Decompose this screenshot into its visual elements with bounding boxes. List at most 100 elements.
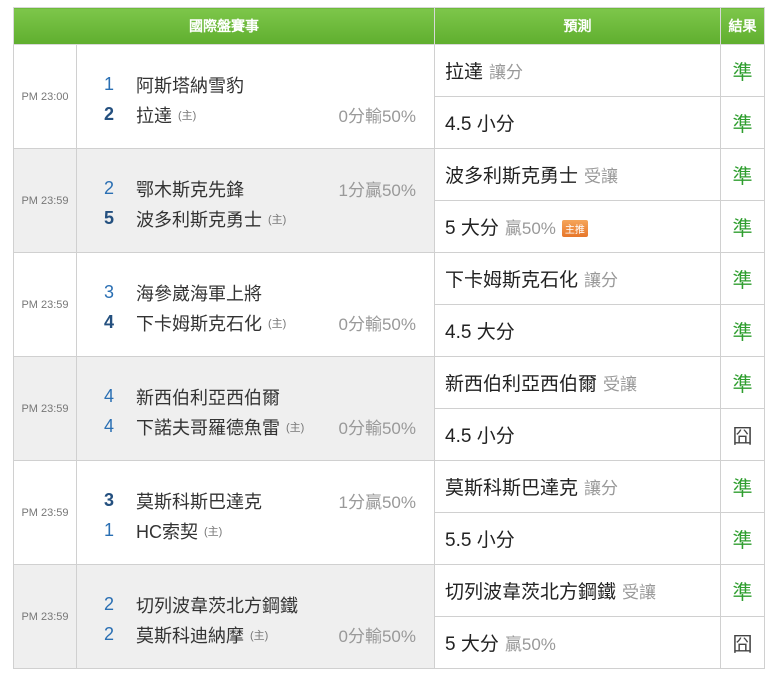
prediction-cell: 莫斯科斯巴達克 讓分 <box>434 460 721 513</box>
match-time: PM 23:59 <box>13 148 77 253</box>
team-2-row: 1 HC索契 (主) <box>77 516 434 546</box>
table-row: PM 23:00 1 阿斯塔納雪豹 2 拉達 (主) 0分輸50% 拉達 讓分準 <box>13 44 765 149</box>
team-name[interactable]: 下諾夫哥羅德魚雷 <box>136 414 280 440</box>
match-teams: 1 阿斯塔納雪豹 2 拉達 (主) 0分輸50% <box>76 44 435 149</box>
prediction-result: 準 <box>720 512 765 565</box>
table-row: PM 23:59 2 切列波韋茨北方鋼鐵 2 莫斯科迪納摩 (主) 0分輸50% 切列波韋茨北… <box>13 564 765 669</box>
prediction-main: 下卡姆斯克石化 <box>445 270 579 291</box>
team-rank: 4 <box>103 386 114 406</box>
prediction-cell: 新西伯利亞西伯爾 受讓 <box>434 356 721 409</box>
team-1-row: 2 鄂木斯克先鋒 1分贏50% <box>77 174 434 204</box>
header-prediction: 預測 <box>434 7 721 45</box>
prediction-extra: 讓分 <box>584 479 619 498</box>
team-name[interactable]: 莫斯科斯巴達克 <box>136 488 262 514</box>
prediction-main: 4.5 小分 <box>445 426 515 447</box>
prediction-result: 準 <box>720 252 765 305</box>
team-name[interactable]: 莫斯科迪納摩 <box>136 622 244 648</box>
prediction-cell: 4.5 大分 <box>434 304 721 357</box>
match-teams: 4 新西伯利亞西伯爾 4 下諾夫哥羅德魚雷 (主) 0分輸50% <box>76 356 435 461</box>
handicap-line: 0分輸50% <box>338 107 416 126</box>
match-time: PM 23:59 <box>13 460 77 565</box>
table-row: PM 23:59 3 莫斯科斯巴達克 1分贏50% 1 HC索契 (主) 莫斯科斯巴達克 讓分準 <box>13 460 765 565</box>
team-1-row: 1 阿斯塔納雪豹 <box>77 70 434 100</box>
team-name[interactable]: 新西伯利亞西伯爾 <box>136 384 280 410</box>
prediction-extra: 受讓 <box>603 375 638 394</box>
prediction-main: 5.5 小分 <box>445 530 515 551</box>
team-rank: 2 <box>103 624 114 644</box>
prediction-result: 囧 <box>720 616 765 669</box>
team-name[interactable]: 切列波韋茨北方鋼鐵 <box>136 592 298 618</box>
table-body: PM 23:00 1 阿斯塔納雪豹 2 拉達 (主) 0分輸50% 拉達 讓分準 4.5 小分準 P… <box>13 44 765 669</box>
team-2-row: 5 波多利斯克勇士 (主) <box>77 204 434 234</box>
prediction-result: 準 <box>720 96 765 149</box>
team-1-row: 2 切列波韋茨北方鋼鐵 <box>77 590 434 620</box>
team-2-row: 4 下諾夫哥羅德魚雷 (主) 0分輸50% <box>77 412 434 442</box>
home-marker: (主) <box>286 421 305 434</box>
team-rank: 2 <box>103 104 114 124</box>
prediction-result: 準 <box>720 564 765 617</box>
prediction-main: 切列波韋茨北方鋼鐵 <box>445 582 617 603</box>
home-marker: (主) <box>268 317 287 330</box>
team-name[interactable]: HC索契 <box>136 518 198 544</box>
prediction-main: 新西伯利亞西伯爾 <box>445 374 598 395</box>
team-rank: 3 <box>103 282 114 302</box>
home-marker: (主) <box>250 629 269 642</box>
prediction-result: 準 <box>720 356 765 409</box>
match-time: PM 23:00 <box>13 44 77 149</box>
handicap-line: 1分贏50% <box>338 493 416 512</box>
header-matches: 國際盤賽事 <box>13 7 435 45</box>
team-name[interactable]: 波多利斯克勇士 <box>136 206 262 232</box>
team-name[interactable]: 下卡姆斯克石化 <box>136 310 262 336</box>
team-rank: 2 <box>103 178 114 198</box>
prediction-extra: 受讓 <box>584 167 619 186</box>
prediction-cell: 5 大分 贏50% <box>434 616 721 669</box>
handicap-line: 0分輸50% <box>338 419 416 438</box>
team-rank: 3 <box>103 490 114 510</box>
match-time: PM 23:59 <box>13 356 77 461</box>
results-table-wrapper: 國際盤賽事 預測 結果 PM 23:00 1 阿斯塔納雪豹 2 拉達 (主) 0分輸50% 拉… <box>13 7 765 669</box>
prediction-main: 波多利斯克勇士 <box>445 166 579 187</box>
prediction-main: 拉達 <box>445 62 484 83</box>
header-result: 結果 <box>720 7 765 45</box>
prediction-cell: 拉達 讓分 <box>434 44 721 97</box>
prediction-extra: 受讓 <box>622 583 657 602</box>
team-rank: 1 <box>103 74 114 94</box>
prediction-main: 5 大分 <box>445 634 499 655</box>
handicap-line: 0分輸50% <box>338 315 416 334</box>
table-header-row: 國際盤賽事 預測 結果 <box>13 7 765 45</box>
team-1-row: 4 新西伯利亞西伯爾 <box>77 382 434 412</box>
handicap-line: 0分輸50% <box>338 627 416 646</box>
team-name[interactable]: 鄂木斯克先鋒 <box>136 176 244 202</box>
table-row: PM 23:59 3 海參崴海軍上將 4 下卡姆斯克石化 (主) 0分輸50% 下卡姆斯克石化… <box>13 252 765 357</box>
home-marker: (主) <box>178 109 197 122</box>
results-table: 國際盤賽事 預測 結果 PM 23:00 1 阿斯塔納雪豹 2 拉達 (主) 0分輸50% 拉… <box>13 7 765 669</box>
team-name[interactable]: 海參崴海軍上將 <box>136 280 262 306</box>
featured-pick-badge: 主推 <box>561 220 588 238</box>
prediction-cell: 5 大分 贏50% 主推 <box>434 200 721 253</box>
team-rank: 1 <box>103 520 114 540</box>
table-row: PM 23:59 2 鄂木斯克先鋒 1分贏50% 5 波多利斯克勇士 (主) 波多利斯克勇士受… <box>13 148 765 253</box>
team-2-row: 2 拉達 (主) 0分輸50% <box>77 100 434 130</box>
team-rank: 4 <box>103 312 114 332</box>
handicap-line: 1分贏50% <box>338 181 416 200</box>
team-name[interactable]: 拉達 <box>136 102 172 128</box>
prediction-extra: 讓分 <box>584 271 619 290</box>
prediction-cell: 切列波韋茨北方鋼鐵 受讓 <box>434 564 721 617</box>
team-rank: 2 <box>103 594 114 614</box>
prediction-main: 莫斯科斯巴達克 <box>445 478 579 499</box>
table-row: PM 23:59 4 新西伯利亞西伯爾 4 下諾夫哥羅德魚雷 (主) 0分輸50% 新西伯利亞… <box>13 356 765 461</box>
prediction-cell: 下卡姆斯克石化 讓分 <box>434 252 721 305</box>
prediction-cell: 4.5 小分 <box>434 96 721 149</box>
home-marker: (主) <box>268 213 287 226</box>
prediction-extra: 讓分 <box>489 63 524 82</box>
prediction-main: 4.5 小分 <box>445 114 515 135</box>
team-rank: 4 <box>103 416 114 436</box>
prediction-main: 4.5 大分 <box>445 322 515 343</box>
team-1-row: 3 莫斯科斯巴達克 1分贏50% <box>77 486 434 516</box>
team-rank: 5 <box>103 208 114 228</box>
prediction-cell: 5.5 小分 <box>434 512 721 565</box>
match-teams: 3 海參崴海軍上將 4 下卡姆斯克石化 (主) 0分輸50% <box>76 252 435 357</box>
prediction-cell: 波多利斯克勇士 受讓 <box>434 148 721 201</box>
prediction-extra: 贏50% <box>504 219 556 238</box>
team-name[interactable]: 阿斯塔納雪豹 <box>136 72 244 98</box>
